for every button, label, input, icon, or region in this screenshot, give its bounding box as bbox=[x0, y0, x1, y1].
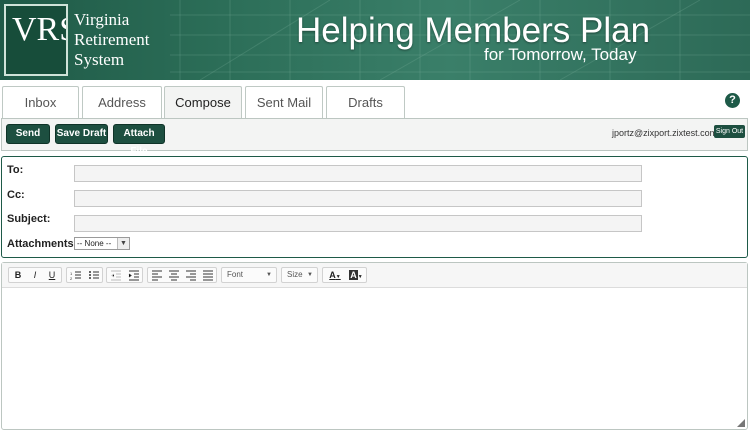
chevron-down-icon: ▼ bbox=[117, 238, 129, 249]
align-left-icon[interactable] bbox=[149, 268, 165, 282]
format-group: B I U bbox=[8, 267, 62, 283]
align-group bbox=[147, 267, 217, 283]
align-justify-icon[interactable] bbox=[200, 268, 216, 282]
background-color-icon: A bbox=[349, 270, 358, 280]
compose-form: To: Cc: Subject: Attachments: -- None --… bbox=[1, 156, 748, 258]
attachments-selected-value: -- None -- bbox=[77, 239, 112, 248]
bold-button[interactable]: B bbox=[10, 268, 26, 282]
org-name: Virginia Retirement System bbox=[74, 10, 150, 70]
text-color-button[interactable]: A▼ bbox=[325, 268, 345, 282]
editor-toolbar: B I U 12 Font ▼ Size ▼ A▼ A▼ bbox=[2, 263, 747, 288]
org-name-line-1: Virginia bbox=[74, 10, 130, 29]
cc-field[interactable] bbox=[74, 190, 642, 207]
tab-address[interactable]: Address bbox=[82, 86, 162, 118]
resize-handle-icon[interactable] bbox=[737, 419, 745, 427]
subject-label: Subject: bbox=[7, 213, 51, 225]
svg-text:2: 2 bbox=[70, 276, 73, 281]
to-field[interactable] bbox=[74, 165, 642, 182]
message-body[interactable] bbox=[2, 288, 747, 428]
bullet-list-icon[interactable] bbox=[86, 268, 102, 282]
list-group: 12 bbox=[66, 267, 103, 283]
message-editor: B I U 12 Font ▼ Size ▼ A▼ A▼ bbox=[1, 262, 748, 430]
save-draft-button[interactable]: Save Draft bbox=[55, 124, 108, 144]
color-group: A▼ A▼ bbox=[322, 267, 367, 283]
italic-button[interactable]: I bbox=[27, 268, 43, 282]
tab-compose[interactable]: Compose bbox=[164, 86, 242, 119]
size-select[interactable]: Size ▼ bbox=[281, 267, 318, 283]
underline-button[interactable]: U bbox=[44, 268, 60, 282]
attach-file-button[interactable]: Attach File bbox=[113, 124, 165, 157]
chevron-down-icon: ▼ bbox=[307, 272, 313, 278]
align-center-icon[interactable] bbox=[166, 268, 182, 282]
help-icon[interactable]: ? bbox=[725, 93, 740, 108]
tab-sent-mail[interactable]: Sent Mail bbox=[245, 86, 323, 118]
background-color-button[interactable]: A▼ bbox=[346, 268, 366, 282]
tagline-sub: for Tomorrow, Today bbox=[484, 45, 637, 64]
attachments-select[interactable]: -- None -- ▼ bbox=[74, 237, 130, 250]
tab-drafts[interactable]: Drafts bbox=[326, 86, 405, 118]
logo-letters: VRS bbox=[12, 11, 66, 48]
tab-inbox[interactable]: Inbox bbox=[2, 86, 79, 118]
size-select-label: Size bbox=[287, 270, 303, 279]
chevron-down-icon: ▼ bbox=[266, 272, 272, 278]
subject-field[interactable] bbox=[74, 215, 642, 232]
sign-out-button[interactable]: Sign Out bbox=[714, 125, 745, 138]
indent-group bbox=[106, 267, 143, 283]
outdent-icon[interactable] bbox=[108, 268, 124, 282]
header-banner: VRS Virginia Retirement System Helping M… bbox=[0, 0, 750, 80]
send-button[interactable]: Send bbox=[6, 124, 50, 144]
user-email: jportz@zixport.zixtest.com bbox=[612, 128, 718, 138]
font-select-label: Font bbox=[227, 270, 244, 279]
to-label: To: bbox=[7, 164, 24, 176]
numbered-list-icon[interactable]: 12 bbox=[68, 268, 84, 282]
cc-label: Cc: bbox=[7, 189, 25, 201]
attachments-label: Attachments: bbox=[7, 238, 78, 250]
vrs-logo: VRS bbox=[4, 4, 68, 76]
org-name-line-2: Retirement bbox=[74, 30, 150, 49]
font-select[interactable]: Font ▼ bbox=[221, 267, 277, 283]
compose-toolbar: Send Save Draft Attach File jportz@zixpo… bbox=[1, 118, 748, 157]
align-right-icon[interactable] bbox=[183, 268, 199, 282]
indent-icon[interactable] bbox=[126, 268, 142, 282]
mail-tabs: Inbox Address Compose Sent Mail Drafts bbox=[0, 86, 750, 119]
org-name-line-3: System bbox=[74, 50, 125, 69]
